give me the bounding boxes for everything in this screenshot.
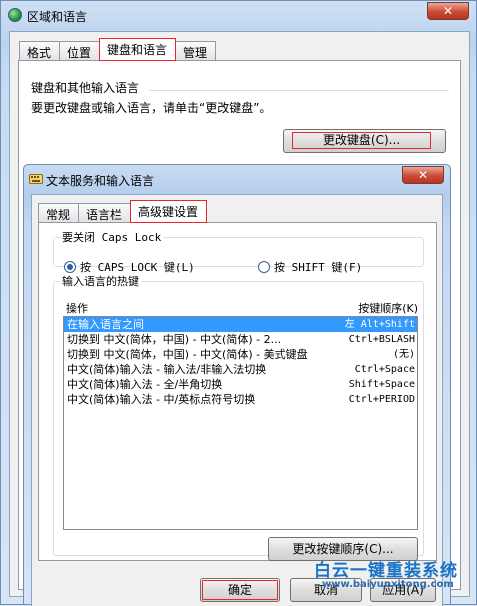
hotkey-action: 切换到 中文(简体，中国) - 中文(简体) - 美式键盘 (67, 348, 308, 361)
tab-administrative[interactable]: 管理 (175, 41, 217, 61)
group-divider (149, 90, 449, 91)
hotkey-key: 左 Alt+Shift (344, 319, 415, 330)
caps-lock-radio[interactable] (64, 261, 76, 273)
hotkey-row[interactable]: 中文(简体)输入法 - 中/英标点符号切换 Ctrl+PERIOD (64, 392, 417, 407)
advanced-key-settings-panel: 要关闭 Caps Lock 按 CAPS LOCK 键(L) 按 SHIFT 键… (38, 222, 437, 561)
tab-formats[interactable]: 格式 (19, 41, 61, 61)
close-button[interactable]: ✕ (427, 2, 469, 20)
hotkey-key: Ctrl+BSLASH (348, 334, 415, 345)
globe-icon (8, 8, 22, 22)
hotkey-row[interactable]: 切换到 中文(简体，中国) - 中文(简体) - 美式键盘 (无) (64, 347, 417, 362)
hotkey-key: Shift+Space (348, 379, 415, 390)
site-watermark-url: www.baiyunxitong.com (322, 579, 454, 590)
hotkeys-group: 输入语言的热键 操作 按键顺序(K) 在输入语言之间 左 Alt+Shift 切… (53, 273, 424, 561)
hotkeys-list[interactable]: 在输入语言之间 左 Alt+Shift 切换到 中文(简体，中国) - 中文(简… (63, 316, 418, 530)
action-column-header: 操作 (66, 302, 88, 315)
text-services-dialog: 文本服务和输入语言 ✕ 常规 语言栏 高级键设置 要关闭 Caps Lock 按… (23, 164, 451, 606)
tab-keyboards-languages[interactable]: 键盘和语言 (99, 38, 177, 61)
hotkey-action: 切换到 中文(简体，中国) - 中文(简体) - 2... (67, 333, 282, 346)
hotkey-key: Ctrl+PERIOD (348, 394, 415, 405)
hotkey-action: 中文(简体)输入法 - 输入法/非输入法切换 (67, 363, 267, 376)
keyboard-icon (29, 174, 43, 184)
site-watermark: 白云一键重装系统 (314, 561, 458, 581)
hotkey-action: 中文(简体)输入法 - 全/半角切换 (67, 378, 223, 391)
tab-location[interactable]: 位置 (59, 41, 101, 61)
tab-language-bar[interactable]: 语言栏 (78, 203, 132, 223)
hotkey-row[interactable]: 在输入语言之间 左 Alt+Shift (64, 317, 417, 332)
hotkey-row[interactable]: 中文(简体)输入法 - 输入法/非输入法切换 Ctrl+Space (64, 362, 417, 377)
keyboards-group-label: 键盘和其他输入语言 (31, 81, 140, 95)
dialog-close-button[interactable]: ✕ (402, 166, 444, 184)
inner-tab-strip: 常规 语言栏 高级键设置 (38, 200, 208, 223)
change-keyboards-label: 更改键盘(C)... (292, 132, 431, 149)
hotkey-key: (无) (392, 349, 415, 360)
shift-radio[interactable] (258, 261, 270, 273)
window-title: 区域和语言 (27, 10, 88, 24)
hotkeys-header: 操作 按键顺序(K) (66, 300, 418, 316)
hotkeys-group-label: 输入语言的热键 (62, 275, 139, 288)
change-keyboards-button[interactable]: 更改键盘(C)... (283, 129, 446, 153)
tab-advanced-key-settings[interactable]: 高级键设置 (130, 200, 208, 223)
ok-button[interactable]: 确定 (200, 578, 280, 602)
hotkey-key: Ctrl+Space (354, 364, 415, 375)
dialog-title: 文本服务和输入语言 (46, 174, 155, 188)
key-sequence-column-header: 按键顺序(K) (358, 302, 418, 315)
hotkey-row[interactable]: 切换到 中文(简体，中国) - 中文(简体) - 2... Ctrl+BSLAS… (64, 332, 417, 347)
caps-lock-group: 要关闭 Caps Lock 按 CAPS LOCK 键(L) 按 SHIFT 键… (53, 229, 424, 274)
keyboards-group-description: 要更改键盘或输入语言，请单击“更改键盘”。 (31, 101, 272, 115)
hotkey-action: 在输入语言之间 (67, 318, 144, 331)
hotkey-row[interactable]: 中文(简体)输入法 - 全/半角切换 Shift+Space (64, 377, 417, 392)
hotkey-action: 中文(简体)输入法 - 中/英标点符号切换 (67, 393, 256, 406)
dialog-body: 常规 语言栏 高级键设置 要关闭 Caps Lock 按 CAPS LOCK 键… (31, 194, 443, 606)
caps-lock-group-label: 要关闭 Caps Lock (62, 231, 162, 244)
outer-tab-strip: 格式 位置 键盘和语言 管理 (19, 38, 217, 61)
tab-general[interactable]: 常规 (38, 203, 80, 223)
